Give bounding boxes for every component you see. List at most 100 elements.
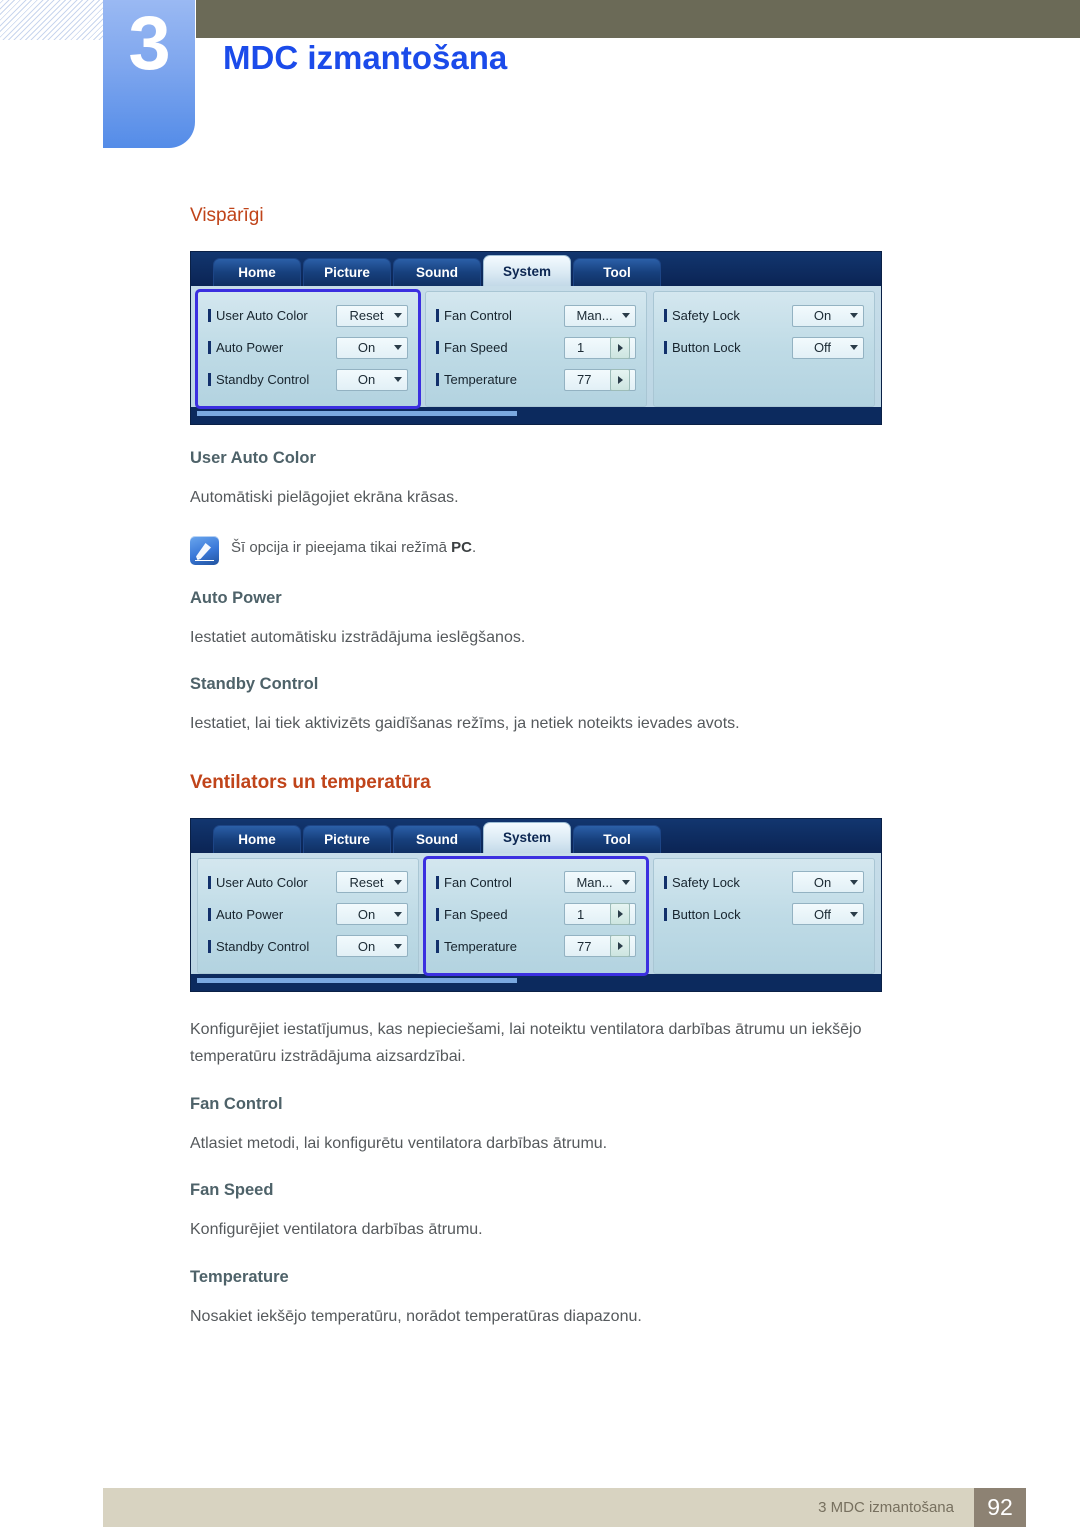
general-panel: User Auto Color Reset Auto Power On Stan… xyxy=(195,289,421,409)
tab-home[interactable]: Home xyxy=(213,824,301,853)
bullet-icon xyxy=(436,373,439,386)
row-fan-control: Fan Control Man... xyxy=(436,870,636,895)
dropdown-button-lock[interactable]: Off xyxy=(792,903,864,926)
bullet-icon xyxy=(208,309,211,322)
dropdown-value: Reset xyxy=(349,874,384,890)
fan-temperature-panel: Fan Control Man... Fan Speed 1 Temperatu… xyxy=(425,291,647,407)
mdc-status-filler xyxy=(517,978,875,985)
spinner-increment-button[interactable] xyxy=(610,935,630,958)
spinner-value: 1 xyxy=(577,906,585,922)
bullet-icon xyxy=(208,875,211,889)
chevron-down-icon xyxy=(394,313,402,318)
spinner-increment-button[interactable] xyxy=(610,903,630,926)
label-user-auto-color: User Auto Color xyxy=(216,308,308,323)
text-user-auto-color: Automātiski pielāgojiet ekrāna krāsas. xyxy=(190,489,459,506)
tab-picture[interactable]: Picture xyxy=(303,824,391,853)
mdc-status-segment xyxy=(197,411,517,416)
chevron-right-icon xyxy=(617,910,623,919)
tab-picture[interactable]: Picture xyxy=(303,258,391,286)
dropdown-auto-power[interactable]: On xyxy=(336,336,408,359)
note-text: Šī opcija ir pieejama tikai režīmā PC. xyxy=(231,536,476,556)
row-button-lock: Button Lock Off xyxy=(664,902,864,927)
text-auto-power: Iestatiet automātisku izstrādājuma ieslē… xyxy=(190,628,526,646)
label-safety-lock: Safety Lock xyxy=(672,874,740,890)
bullet-icon xyxy=(436,341,439,354)
subheading-fan-control: Fan Control xyxy=(190,1094,283,1113)
row-temperature: Temperature 77 xyxy=(436,934,636,959)
spinner-fan-speed[interactable]: 1 xyxy=(564,903,636,926)
row-auto-power: Auto Power On xyxy=(208,335,408,360)
chevron-down-icon xyxy=(850,313,858,318)
label-auto-power: Auto Power xyxy=(216,340,284,355)
bullet-icon xyxy=(436,939,439,953)
dropdown-value: Man... xyxy=(576,308,613,323)
label-fan-speed: Fan Speed xyxy=(444,340,508,355)
row-temperature: Temperature 77 xyxy=(436,367,636,392)
dropdown-user-auto-color[interactable]: Reset xyxy=(336,871,408,894)
page-content: Vispārīgi Home Picture Sound System Tool… xyxy=(190,205,890,1330)
bullet-icon xyxy=(208,373,211,386)
dropdown-fan-control[interactable]: Man... xyxy=(564,304,636,327)
label-user-auto-color: User Auto Color xyxy=(216,874,308,890)
spinner-value: 77 xyxy=(577,372,592,387)
dropdown-standby-control[interactable]: On xyxy=(336,935,408,958)
section-heading-fan-temperature: Ventilators un temperatūra xyxy=(190,771,431,793)
dropdown-auto-power[interactable]: On xyxy=(336,903,408,926)
row-safety-lock: Safety Lock On xyxy=(664,303,864,328)
label-auto-power: Auto Power xyxy=(216,906,284,922)
page-title: MDC izmantošana xyxy=(223,39,508,76)
footer-chapter-label: 3 MDC izmantošana xyxy=(818,1499,954,1516)
bullet-icon xyxy=(664,341,667,354)
mdc-body: User Auto Color Reset Auto Power On Stan… xyxy=(191,852,881,976)
tab-sound[interactable]: Sound xyxy=(393,824,481,853)
subheading-temperature: Temperature xyxy=(190,1267,289,1286)
chevron-down-icon xyxy=(622,879,630,885)
dropdown-safety-lock[interactable]: On xyxy=(792,304,864,327)
tab-tool[interactable]: Tool xyxy=(573,258,661,286)
tab-sound[interactable]: Sound xyxy=(393,258,481,286)
mdc-body: User Auto Color Reset Auto Power On Stan… xyxy=(191,286,881,409)
note-text-bold: PC xyxy=(451,538,472,556)
text-standby-control: Iestatiet, lai tiek aktivizēts gaidīšana… xyxy=(190,715,740,733)
bullet-icon xyxy=(436,907,439,921)
row-standby-control: Standby Control On xyxy=(208,367,408,392)
row-standby-control: Standby Control On xyxy=(208,934,408,959)
label-fan-speed: Fan Speed xyxy=(444,906,508,922)
tab-home[interactable]: Home xyxy=(213,258,301,286)
spinner-temperature[interactable]: 77 xyxy=(564,935,636,958)
row-user-auto-color: User Auto Color Reset xyxy=(208,303,408,328)
text-fan-control: Atlasiet metodi, lai konfigurētu ventila… xyxy=(190,1134,608,1152)
row-button-lock: Button Lock Off xyxy=(664,335,864,360)
fan-temperature-panel: Fan Control Man... Fan Speed 1 Temperatu… xyxy=(423,855,649,976)
spinner-temperature[interactable]: 77 xyxy=(564,368,636,391)
mdc-status-bar xyxy=(191,411,881,418)
chevron-down-icon xyxy=(850,345,858,350)
spinner-fan-speed[interactable]: 1 xyxy=(564,336,636,359)
row-fan-control: Fan Control Man... xyxy=(436,303,636,328)
mdc-tabbar: Home Picture Sound System Tool xyxy=(191,252,881,286)
dropdown-button-lock[interactable]: Off xyxy=(792,336,864,359)
spinner-increment-button[interactable] xyxy=(610,336,630,359)
tab-system[interactable]: System xyxy=(483,255,571,286)
row-auto-power: Auto Power On xyxy=(208,902,408,927)
subheading-standby-control: Standby Control xyxy=(190,675,319,694)
tab-system[interactable]: System xyxy=(483,821,571,853)
chevron-down-icon xyxy=(394,943,402,949)
general-panel: User Auto Color Reset Auto Power On Stan… xyxy=(197,857,419,974)
spinner-increment-button[interactable] xyxy=(610,368,630,391)
dropdown-safety-lock[interactable]: On xyxy=(792,871,864,894)
dropdown-user-auto-color[interactable]: Reset xyxy=(336,304,408,327)
chevron-down-icon xyxy=(394,345,402,350)
text-temperature: Nosakiet iekšējo temperatūru, norādot te… xyxy=(190,1307,642,1325)
dropdown-standby-control[interactable]: On xyxy=(336,368,408,391)
dropdown-fan-control[interactable]: Man... xyxy=(564,871,636,894)
bullet-icon xyxy=(208,341,211,354)
label-temperature: Temperature xyxy=(444,372,517,387)
chevron-right-icon xyxy=(617,375,623,384)
bullet-icon xyxy=(664,309,667,322)
tab-tool[interactable]: Tool xyxy=(573,824,661,853)
dropdown-value: On xyxy=(357,372,376,387)
dropdown-value: Man... xyxy=(576,874,613,890)
mdc-status-segment xyxy=(197,977,517,983)
label-safety-lock: Safety Lock xyxy=(672,308,740,323)
